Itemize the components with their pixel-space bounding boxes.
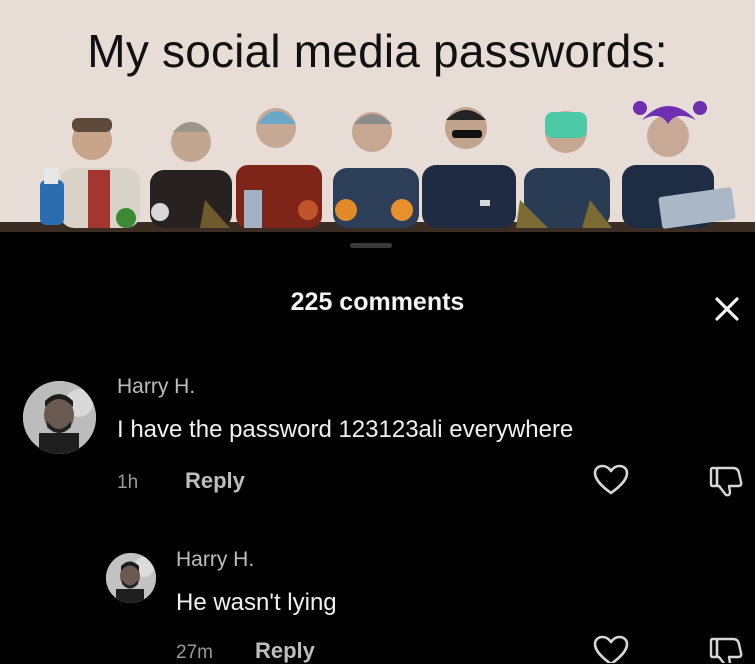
dislike-thumb-icon[interactable] bbox=[707, 462, 745, 498]
reply-button[interactable]: Reply bbox=[185, 468, 245, 494]
comments-count-title: 225 comments bbox=[290, 288, 465, 316]
reply-button[interactable]: Reply bbox=[255, 638, 315, 664]
comment-timestamp: 27m bbox=[176, 642, 213, 663]
comment-text: I have the password 123123ali everywhere bbox=[117, 416, 574, 443]
close-icon[interactable] bbox=[708, 290, 746, 328]
dislike-thumb-icon[interactable] bbox=[707, 633, 745, 663]
comment-timestamp: 1h bbox=[117, 472, 139, 493]
avatar[interactable] bbox=[23, 381, 96, 454]
comment-text: He wasn't lying bbox=[176, 589, 337, 616]
meme-image: My social media passwords: bbox=[0, 0, 755, 232]
meme-characters-illustration bbox=[0, 101, 755, 232]
like-heart-icon[interactable] bbox=[592, 634, 630, 663]
like-heart-icon[interactable] bbox=[592, 463, 630, 497]
comment-author[interactable]: Harry H. bbox=[117, 375, 195, 399]
avatar[interactable] bbox=[106, 553, 156, 603]
comment-author[interactable]: Harry H. bbox=[176, 548, 254, 572]
sheet-drag-handle[interactable] bbox=[350, 243, 392, 248]
